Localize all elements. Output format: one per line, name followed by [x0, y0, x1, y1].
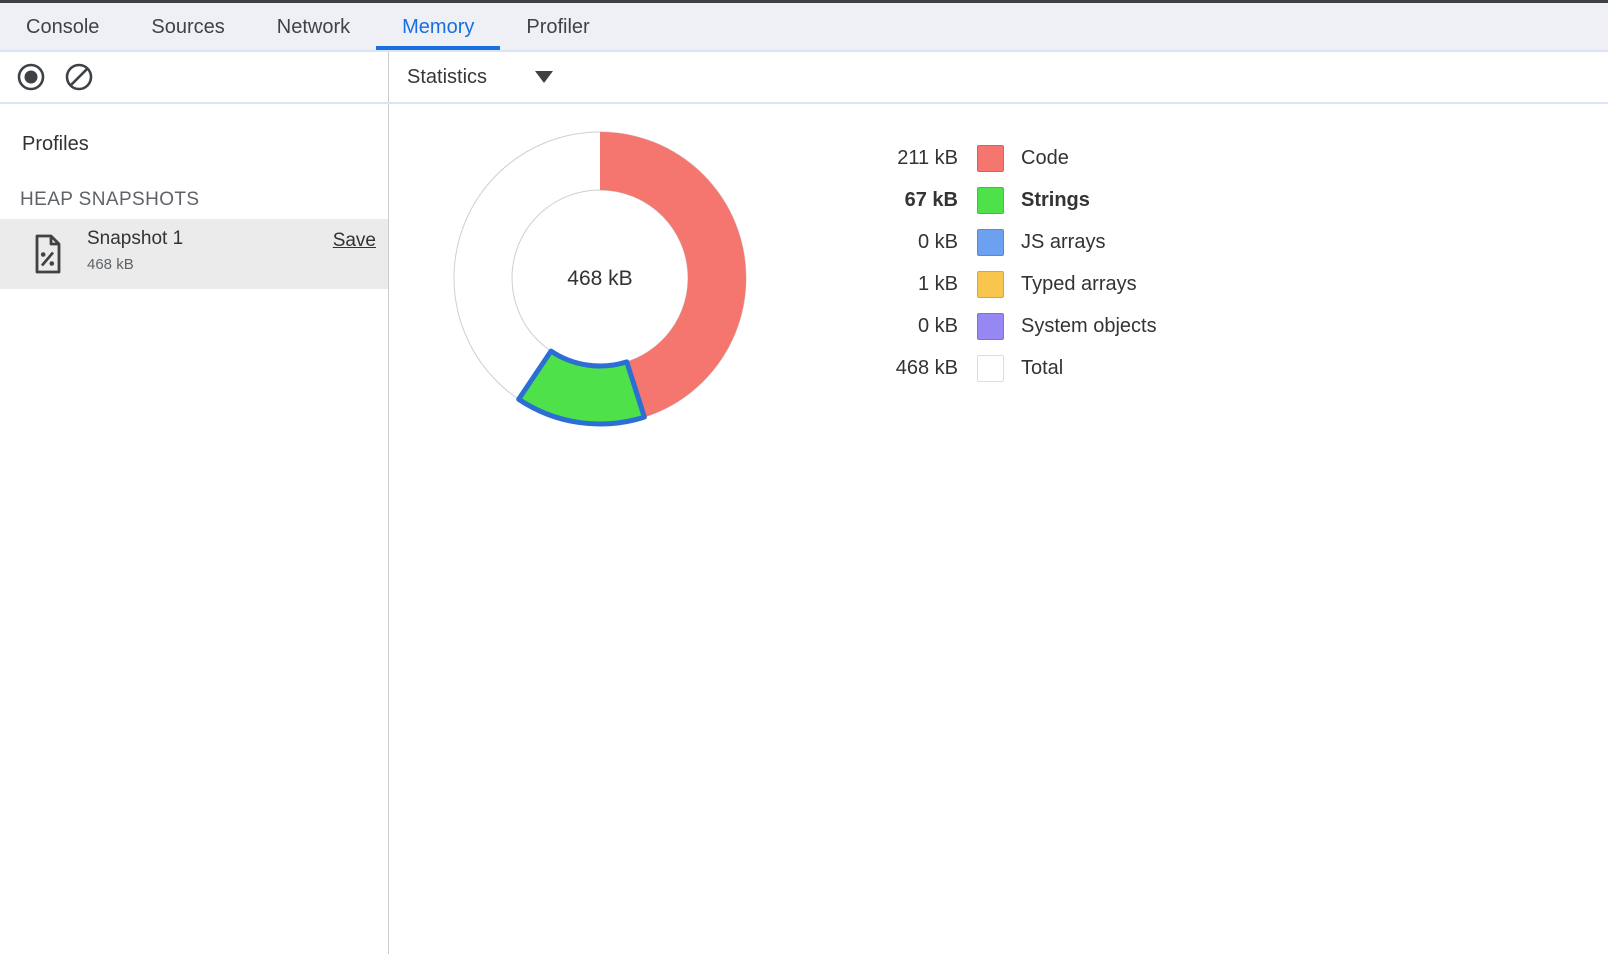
legend-swatch-system-objects-icon — [977, 313, 1004, 340]
tab-sources[interactable]: Sources — [125, 3, 250, 50]
legend-swatch-typed-arrays-icon — [977, 271, 1004, 298]
legend-value: 0 kB — [873, 315, 958, 338]
legend-label: System objects — [1021, 315, 1157, 338]
devtools-memory-panel: Console Sources Network Memory Profiler — [0, 0, 1608, 954]
legend-value: 0 kB — [873, 231, 958, 254]
legend-swatch-js-arrays-icon — [977, 229, 1004, 256]
panel-content: Profiles HEAP SNAPSHOTS Snapshot 1 468 k… — [0, 104, 1608, 954]
legend-label: Strings — [1021, 189, 1090, 212]
tab-console[interactable]: Console — [0, 3, 125, 50]
legend-label: JS arrays — [1021, 231, 1105, 254]
legend-value: 211 kB — [873, 147, 958, 170]
legend-value: 67 kB — [873, 189, 958, 212]
legend-swatch-strings-icon — [977, 187, 1004, 214]
heap-statistics-donut-chart: 468 kB — [445, 123, 755, 433]
heap-statistics-legend: 211 kB Code 67 kB Strings 0 kB JS arrays 1 kB T… — [873, 137, 1157, 389]
profiles-toolbar — [0, 52, 389, 102]
donut-center-total: 468 kB — [567, 267, 632, 290]
snapshot-name: Snapshot 1 — [87, 228, 183, 250]
sidebar-item-snapshot-1[interactable]: Snapshot 1 468 kB Save — [0, 219, 388, 289]
legend-row-code[interactable]: 211 kB Code — [873, 137, 1157, 179]
devtools-tab-bar: Console Sources Network Memory Profiler — [0, 3, 1608, 52]
sidebar-title: Profiles — [22, 132, 388, 156]
legend-value: 468 kB — [873, 357, 958, 380]
profiles-sidebar: Profiles HEAP SNAPSHOTS Snapshot 1 468 k… — [0, 104, 389, 954]
legend-swatch-code-icon — [977, 145, 1004, 172]
clear-profiles-button[interactable] — [64, 62, 94, 92]
chevron-down-icon — [535, 71, 553, 83]
heap-snapshots-section-header: HEAP SNAPSHOTS — [20, 189, 388, 211]
legend-row-total[interactable]: 468 kB Total — [873, 347, 1157, 389]
donut-segment-strings[interactable] — [519, 351, 645, 424]
legend-row-js-arrays[interactable]: 0 kB JS arrays — [873, 221, 1157, 263]
legend-row-strings[interactable]: 67 kB Strings — [873, 179, 1157, 221]
legend-row-typed-arrays[interactable]: 1 kB Typed arrays — [873, 263, 1157, 305]
legend-row-system-objects[interactable]: 0 kB System objects — [873, 305, 1157, 347]
view-toolbar: Statistics — [389, 52, 1608, 102]
snapshot-size: 468 kB — [87, 256, 134, 273]
legend-label: Total — [1021, 357, 1063, 380]
legend-value: 1 kB — [873, 273, 958, 296]
record-heap-snapshot-button[interactable] — [16, 62, 46, 92]
memory-toolbar: Statistics — [0, 52, 1608, 104]
statistics-view: 468 kB 211 kB Code 67 kB Strings 0 kB JS arra… — [389, 104, 1608, 954]
heap-snapshot-icon — [30, 233, 64, 275]
tab-profiler[interactable]: Profiler — [500, 3, 615, 50]
legend-label: Typed arrays — [1021, 273, 1137, 296]
clear-icon — [64, 62, 94, 92]
legend-swatch-total-icon — [977, 355, 1004, 382]
save-snapshot-link[interactable]: Save — [333, 230, 376, 252]
perspective-select-value: Statistics — [407, 66, 487, 89]
tab-memory[interactable]: Memory — [376, 3, 500, 50]
legend-label: Code — [1021, 147, 1069, 170]
record-icon — [16, 62, 46, 92]
perspective-select[interactable]: Statistics — [407, 66, 553, 89]
tab-network[interactable]: Network — [251, 3, 376, 50]
